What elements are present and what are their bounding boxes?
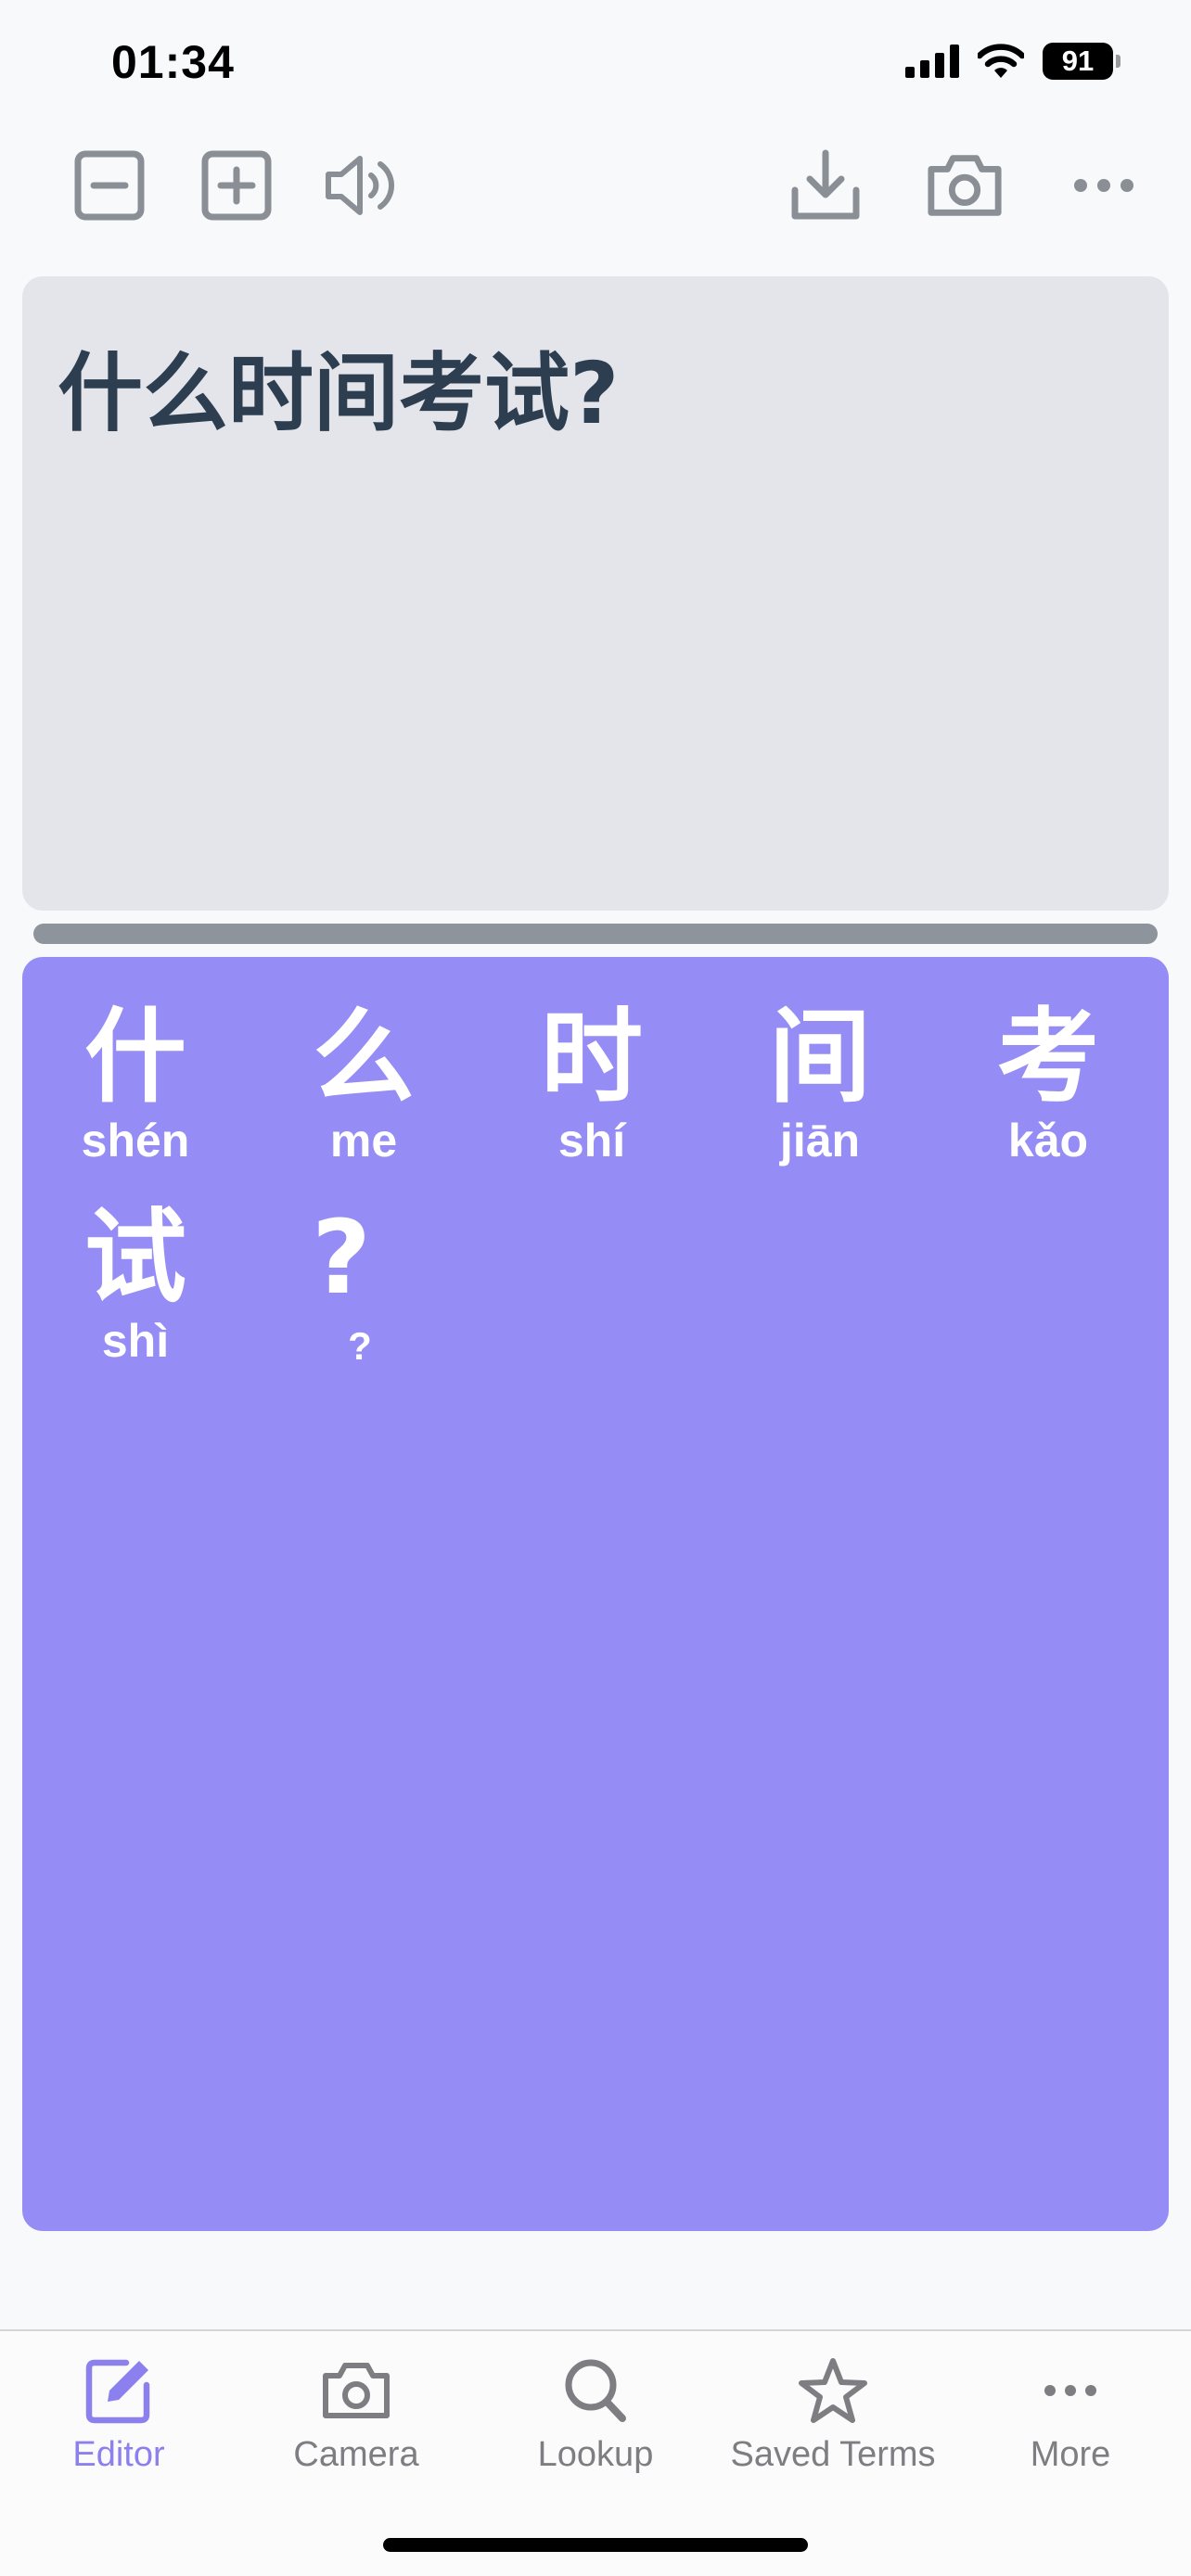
plus-square-icon bbox=[201, 150, 272, 221]
speak-button[interactable] bbox=[325, 147, 403, 224]
hanzi-character: 考 bbox=[997, 998, 1099, 1116]
wifi-icon bbox=[978, 44, 1024, 78]
hanzi-character: 什 bbox=[84, 998, 186, 1116]
pinyin-reading: kǎo bbox=[1007, 1115, 1089, 1167]
status-time: 01:34 bbox=[111, 36, 235, 88]
app-screen: 01:34 91 什么时间考试? 什 shén 么 me 时 shí 间 jiā… bbox=[0, 0, 1191, 2576]
pinyin-cell[interactable]: ? ? bbox=[249, 1202, 434, 1374]
tab-saved-terms[interactable]: Saved Terms bbox=[722, 2352, 944, 2475]
pinyin-cell[interactable]: 考 kǎo bbox=[955, 1001, 1141, 1168]
tab-label: Camera bbox=[293, 2435, 419, 2474]
pinyin-reading: me bbox=[329, 1115, 398, 1167]
pinyin-reading: shí bbox=[557, 1115, 626, 1167]
tab-camera[interactable]: Camera bbox=[245, 2352, 467, 2475]
pinyin-cell[interactable]: 么 me bbox=[271, 1001, 456, 1168]
resize-handle[interactable] bbox=[33, 924, 1158, 944]
pinyin-reading: shén bbox=[81, 1115, 190, 1167]
hanzi-character: 么 bbox=[313, 998, 415, 1116]
camera-button[interactable] bbox=[926, 147, 1004, 224]
star-icon bbox=[799, 2358, 867, 2423]
tab-lookup[interactable]: Lookup bbox=[484, 2352, 707, 2475]
more-options-button[interactable] bbox=[1065, 147, 1143, 224]
download-icon bbox=[791, 149, 860, 220]
pinyin-cell[interactable]: 时 shí bbox=[499, 1001, 685, 1168]
edit-icon bbox=[85, 2359, 150, 2424]
tab-more[interactable]: More bbox=[959, 2352, 1182, 2475]
pinyin-cell[interactable]: 什 shén bbox=[43, 1001, 228, 1168]
pinyin-output-panel: 什 shén 么 me 时 shí 间 jiān 考 kǎo 试 shì ? ? bbox=[22, 957, 1169, 2231]
minus-square-icon bbox=[74, 150, 145, 221]
pinyin-cell[interactable]: 间 jiān bbox=[727, 1001, 913, 1168]
hanzi-character: ? bbox=[312, 1198, 371, 1317]
tab-label: Lookup bbox=[537, 2435, 654, 2474]
tab-label: Saved Terms bbox=[730, 2435, 936, 2474]
camera-icon bbox=[323, 2363, 390, 2418]
pinyin-cell[interactable]: 试 shì bbox=[43, 1202, 228, 1369]
ellipsis-icon bbox=[1044, 2385, 1096, 2396]
speaker-icon bbox=[326, 156, 394, 215]
hanzi-character: 间 bbox=[769, 998, 871, 1116]
zoom-out-button[interactable] bbox=[70, 147, 148, 224]
hanzi-character: 时 bbox=[541, 998, 643, 1116]
tab-editor[interactable]: Editor bbox=[7, 2352, 230, 2475]
search-icon bbox=[565, 2359, 626, 2422]
tab-label: More bbox=[1030, 2435, 1111, 2474]
status-indicators: 91 bbox=[905, 43, 1121, 80]
input-text[interactable]: 什么时间考试? bbox=[58, 325, 619, 448]
pinyin-reading: shì bbox=[101, 1315, 170, 1367]
pinyin-reading: jiān bbox=[779, 1115, 861, 1167]
pinyin-reading: ? bbox=[348, 1324, 372, 1368]
home-indicator[interactable] bbox=[383, 2538, 808, 2552]
camera-icon bbox=[928, 155, 1002, 216]
download-button[interactable] bbox=[787, 147, 864, 224]
battery-level: 91 bbox=[1061, 45, 1095, 77]
cellular-signal-icon bbox=[905, 45, 959, 78]
ellipsis-icon bbox=[1074, 179, 1133, 192]
battery-indicator: 91 bbox=[1043, 43, 1121, 80]
hanzi-character: 试 bbox=[84, 1198, 186, 1317]
zoom-in-button[interactable] bbox=[198, 147, 275, 224]
tab-label: Editor bbox=[72, 2435, 165, 2474]
text-input-area[interactable]: 什么时间考试? bbox=[22, 276, 1169, 911]
